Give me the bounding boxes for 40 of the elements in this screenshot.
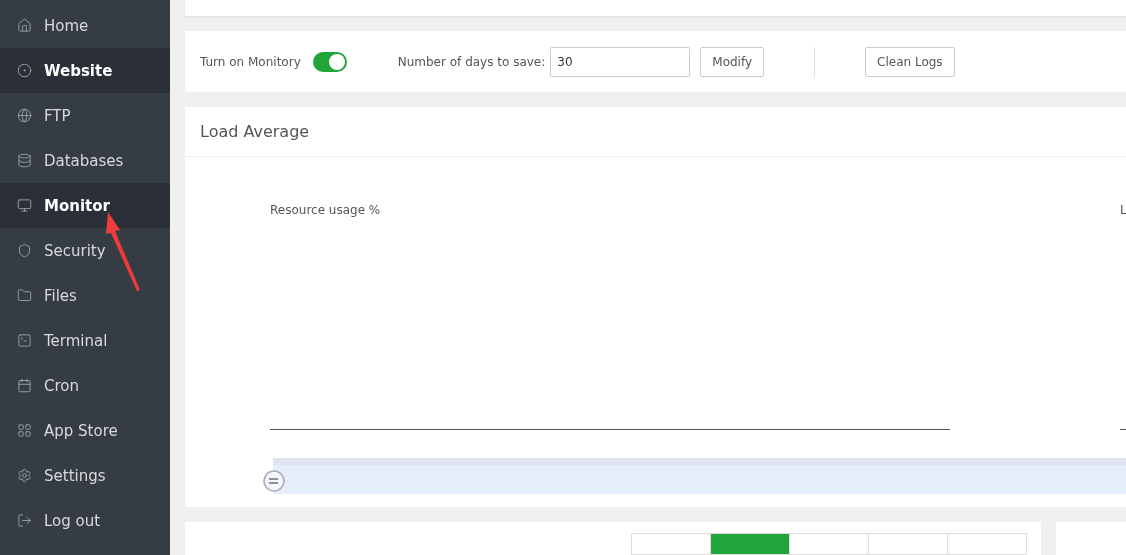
security-icon (17, 243, 32, 258)
sidebar-item[interactable]: Terminal (0, 318, 170, 363)
sidebar-item[interactable]: Home (0, 3, 170, 48)
sidebar-item[interactable]: Cron (0, 363, 170, 408)
website-icon (17, 63, 32, 78)
sidebar-item[interactable]: Databases (0, 138, 170, 183)
axis-label: L (1120, 202, 1126, 217)
files-icon (17, 288, 32, 303)
card-title: Load Average (185, 106, 1126, 157)
zoom-slider-range[interactable] (273, 457, 1126, 494)
cron-icon (17, 378, 32, 393)
slider-handle-icon[interactable] (262, 467, 286, 494)
terminal-icon (17, 333, 32, 348)
period-tab[interactable] (789, 533, 869, 555)
ftp-icon (17, 108, 32, 123)
toggle-label: Turn on Monitory (200, 54, 301, 69)
period-tab[interactable] (947, 533, 1027, 555)
modify-button[interactable]: Modify (700, 46, 765, 77)
sidebar-item[interactable]: Website (0, 48, 170, 93)
logout-icon (17, 513, 32, 528)
clean-logs-button[interactable]: Clean Logs (865, 46, 955, 77)
sidebar-item[interactable]: App Store (0, 408, 170, 453)
days-label: Number of days to save: (397, 54, 546, 69)
period-tab[interactable] (710, 533, 790, 555)
period-tab[interactable] (868, 533, 948, 555)
sidebar-item[interactable]: Files (0, 273, 170, 318)
sidebar-item[interactable]: Log out (0, 498, 170, 543)
sidebar-item[interactable]: Security (0, 228, 170, 273)
home-icon (17, 18, 32, 33)
sidebar-item[interactable]: FTP (0, 93, 170, 138)
period-tab[interactable] (631, 533, 711, 555)
settings-icon (17, 468, 32, 483)
monitor-toggle[interactable] (312, 51, 347, 72)
monitor-icon (17, 198, 32, 213)
sidebar-item[interactable]: Settings (0, 453, 170, 498)
databases-icon (17, 153, 32, 168)
axis-label: Resource usage % (270, 202, 381, 217)
apps-icon (17, 423, 32, 438)
days-input[interactable]: 30 (550, 46, 691, 77)
sidebar-item[interactable]: Monitor (0, 183, 170, 228)
